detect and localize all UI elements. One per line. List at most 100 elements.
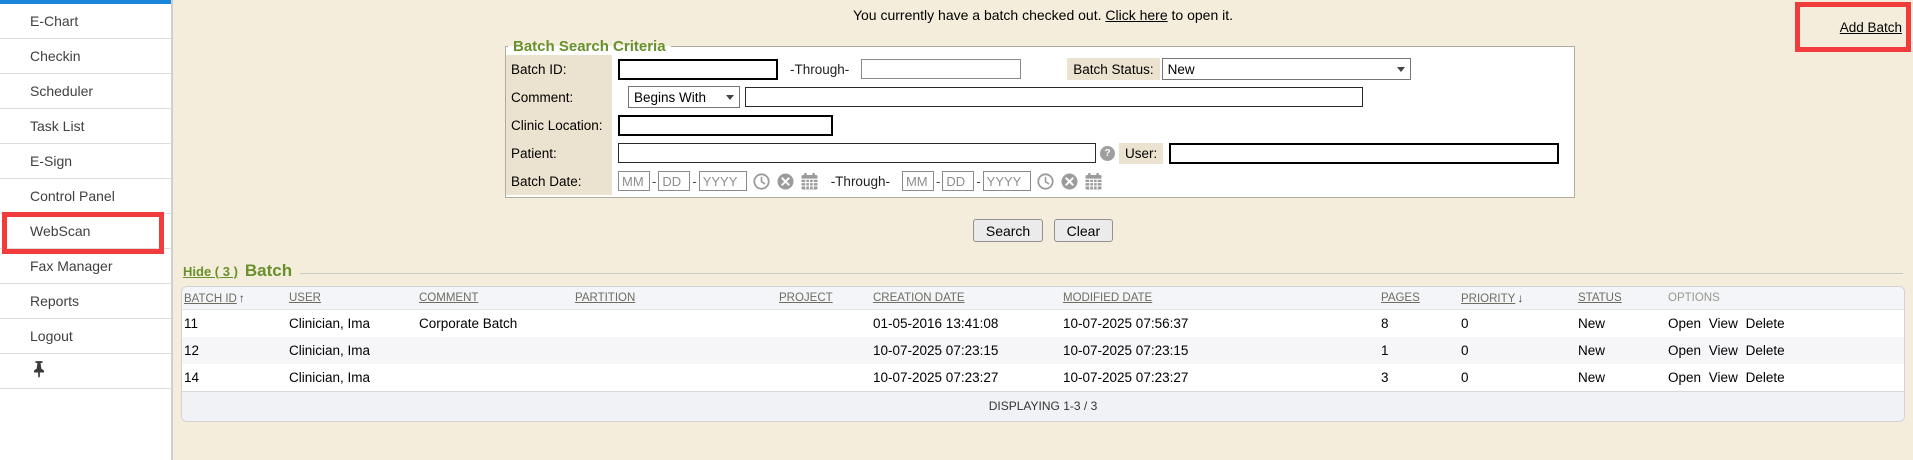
open-link[interactable]: Open (1668, 316, 1701, 331)
open-link[interactable]: Open (1668, 370, 1701, 385)
cell-options: Open View Delete (1668, 343, 1904, 358)
batch-id-row: Batch ID: -Through- Batch Status: New (506, 55, 1574, 83)
batch-id-label: Batch ID: (506, 55, 612, 83)
sort-desc-icon: ↓ (1517, 291, 1523, 305)
clear-button[interactable]: Clear (1054, 219, 1113, 242)
user-label: User: (1119, 143, 1163, 164)
batch-id-to-input[interactable] (861, 59, 1021, 79)
search-button[interactable]: Search (973, 219, 1043, 242)
clear-date-icon[interactable] (1060, 172, 1079, 191)
date-from-day-input[interactable] (658, 171, 690, 191)
delete-link[interactable]: Delete (1746, 316, 1785, 331)
sidebar-item-reports[interactable]: Reports (0, 284, 171, 319)
col-modified-date[interactable]: MODIFIED DATE (1063, 292, 1381, 304)
comment-input[interactable] (745, 87, 1363, 107)
col-options: OPTIONS (1668, 292, 1904, 304)
date-to-day-input[interactable] (942, 171, 974, 191)
col-comment[interactable]: COMMENT (419, 292, 575, 304)
comment-match-select[interactable]: Begins With (628, 86, 740, 108)
cell-priority: 0 (1461, 343, 1578, 358)
col-partition[interactable]: PARTITION (575, 292, 779, 304)
calendar-icon[interactable] (1084, 172, 1103, 191)
sidebar-item-task-list[interactable]: Task List (0, 109, 171, 144)
date-separator: - (976, 174, 980, 189)
col-user[interactable]: USER (289, 292, 419, 304)
batch-status-select[interactable]: New (1162, 58, 1411, 80)
open-link[interactable]: Open (1668, 343, 1701, 358)
cell-creation-date: 10-07-2025 07:23:15 (873, 343, 1063, 358)
batch-date-label: Batch Date: (506, 167, 612, 195)
sidebar-item-e-chart[interactable]: E-Chart (0, 4, 171, 39)
sidebar-item-logout[interactable]: Logout (0, 319, 171, 354)
cell-priority: 0 (1461, 316, 1578, 331)
comment-match-value: Begins With (634, 90, 706, 105)
col-batch-id[interactable]: BATCH ID↑ (184, 291, 289, 305)
table-row: 14 Clinician, Ima 10-07-2025 07:23:27 10… (182, 364, 1904, 391)
patient-row: Patient: ? User: (506, 139, 1574, 167)
cell-modified-date: 10-07-2025 07:23:27 (1063, 370, 1381, 385)
pin-icon (32, 360, 46, 383)
cell-creation-date: 01-05-2016 13:41:08 (873, 316, 1063, 331)
cell-status: New (1578, 316, 1668, 331)
cell-status: New (1578, 343, 1668, 358)
cell-modified-date: 10-07-2025 07:56:37 (1063, 316, 1381, 331)
add-batch-link[interactable]: Add Batch (1840, 20, 1902, 35)
sidebar-item-scheduler[interactable]: Scheduler (0, 74, 171, 109)
col-status[interactable]: STATUS (1578, 292, 1668, 304)
app-window: E-Chart Checkin Scheduler Task List E-Si… (0, 0, 1913, 460)
sidebar-item-e-sign[interactable]: E-Sign (0, 144, 171, 179)
view-link[interactable]: View (1709, 370, 1738, 385)
cell-priority: 0 (1461, 370, 1578, 385)
clock-icon[interactable] (1036, 172, 1055, 191)
col-pages[interactable]: PAGES (1381, 292, 1461, 304)
batch-status-value: New (1168, 62, 1195, 77)
date-from-year-input[interactable] (699, 171, 747, 191)
delete-link[interactable]: Delete (1746, 370, 1785, 385)
col-project[interactable]: PROJECT (779, 292, 873, 304)
cell-pages: 3 (1381, 370, 1461, 385)
calendar-icon[interactable] (800, 172, 819, 191)
through-label: -Through- (831, 174, 890, 189)
delete-link[interactable]: Delete (1746, 343, 1785, 358)
sidebar-item-checkin[interactable]: Checkin (0, 39, 171, 74)
hide-results-link[interactable]: Hide ( 3 ) (183, 264, 238, 279)
batch-search-form: Batch Search Criteria Batch ID: -Through… (505, 38, 1575, 198)
date-separator: - (652, 174, 656, 189)
comment-row: Comment: Begins With (506, 83, 1574, 111)
col-creation-date[interactable]: CREATION DATE (873, 292, 1063, 304)
view-link[interactable]: View (1709, 316, 1738, 331)
cell-batch-id: 11 (184, 316, 289, 331)
clinic-location-row: Clinic Location: (506, 111, 1574, 139)
checkout-message: You currently have a batch checked out. … (173, 7, 1913, 23)
cell-pages: 8 (1381, 316, 1461, 331)
cell-status: New (1578, 370, 1668, 385)
cell-comment: Corporate Batch (419, 316, 575, 331)
view-link[interactable]: View (1709, 343, 1738, 358)
date-to-month-input[interactable] (902, 171, 934, 191)
batch-date-row: Batch Date: - - (506, 167, 1574, 195)
checkout-message-text: You currently have a batch checked out. (853, 7, 1102, 23)
clock-icon[interactable] (752, 172, 771, 191)
results-header-rule (300, 273, 1903, 274)
patient-input[interactable] (618, 143, 1096, 163)
sidebar-item-webscan[interactable]: WebScan (0, 214, 171, 249)
help-icon[interactable]: ? (1100, 146, 1115, 161)
click-here-link[interactable]: Click here (1105, 7, 1167, 23)
sidebar-pin-toggle[interactable] (0, 354, 171, 389)
sidebar-item-fax-manager[interactable]: Fax Manager (0, 249, 171, 284)
clear-date-icon[interactable] (776, 172, 795, 191)
user-input[interactable] (1169, 143, 1559, 164)
chevron-down-icon (726, 95, 734, 100)
date-to-year-input[interactable] (983, 171, 1031, 191)
date-separator: - (936, 174, 940, 189)
clinic-location-input[interactable] (618, 115, 833, 136)
batch-id-from-input[interactable] (618, 59, 778, 80)
col-priority[interactable]: PRIORITY↓ (1461, 291, 1578, 305)
date-from-month-input[interactable] (618, 171, 650, 191)
main-content: You currently have a batch checked out. … (173, 0, 1913, 460)
results-title: Batch (245, 261, 292, 281)
batch-table: BATCH ID↑ USER COMMENT PARTITION PROJECT… (181, 286, 1905, 422)
sidebar-item-control-panel[interactable]: Control Panel (0, 179, 171, 214)
patient-label: Patient: (506, 139, 612, 167)
batch-status-label: Batch Status: (1067, 58, 1159, 80)
